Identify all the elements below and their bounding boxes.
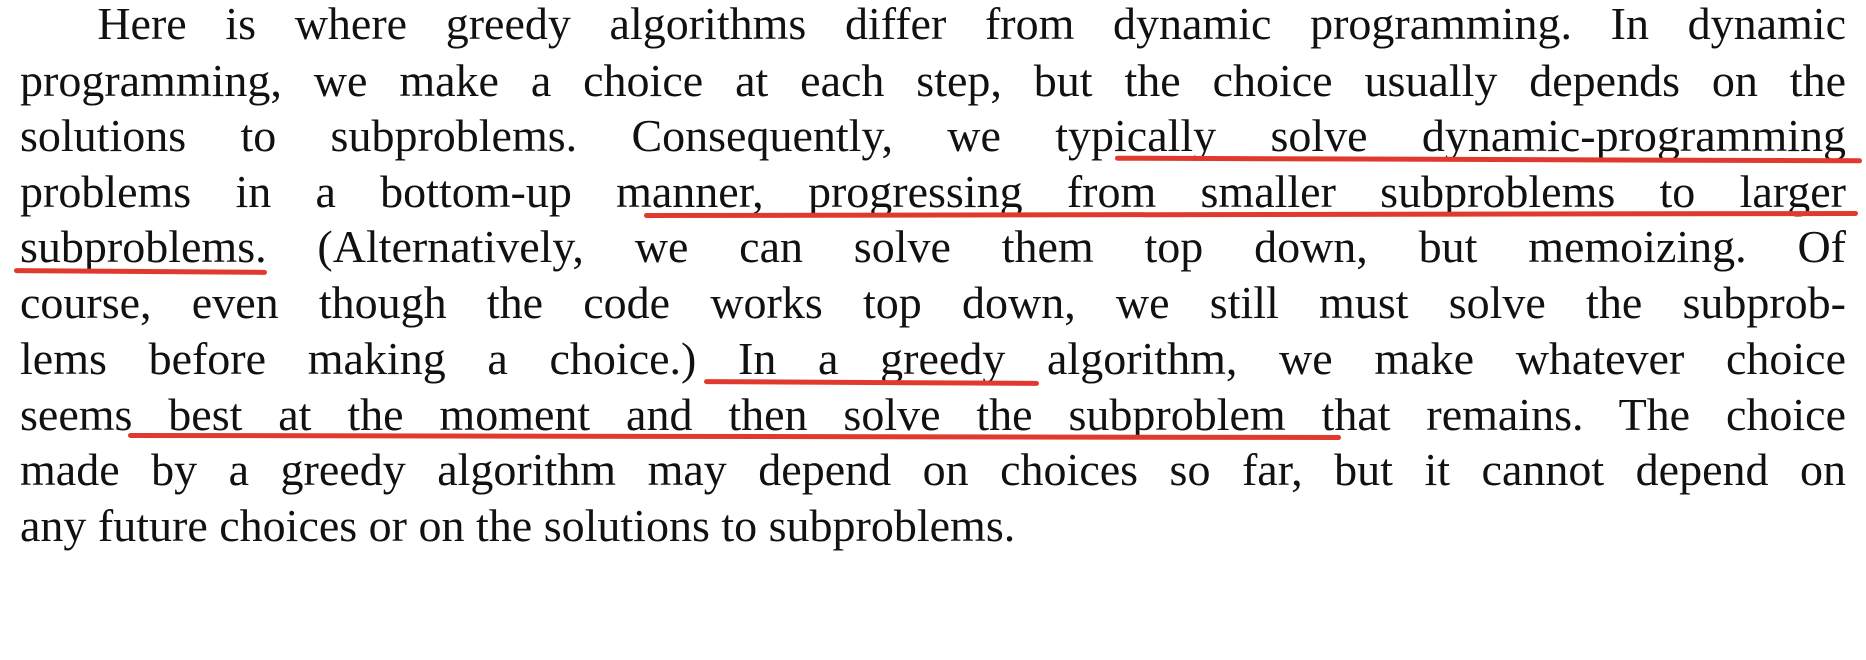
paragraph-line-1: Here is where greedy algorithms differ f… bbox=[20, 0, 1846, 49]
document-page: Here is where greedy algorithms differ f… bbox=[0, 0, 1866, 660]
paragraph-line-2: programming, we make a choice at each st… bbox=[20, 55, 1846, 106]
paragraph-line-3: solutions to subproblems. Consequently, … bbox=[20, 110, 1846, 161]
paragraph-line-9: made by a greedy algorithm may depend on… bbox=[20, 444, 1846, 495]
paragraph-line-6: course, even though the code works top d… bbox=[20, 277, 1846, 328]
underline-subproblems bbox=[13, 268, 268, 275]
paragraph-line-10: any future choices or on the solutions t… bbox=[20, 500, 1016, 551]
paragraph-line-5: subproblems. (Alternatively, we can solv… bbox=[20, 221, 1846, 272]
paragraph-line-7: lems before making a choice.) In a greed… bbox=[20, 333, 1846, 384]
paragraph-line-4: problems in a bottom-up manner, progress… bbox=[20, 166, 1846, 217]
